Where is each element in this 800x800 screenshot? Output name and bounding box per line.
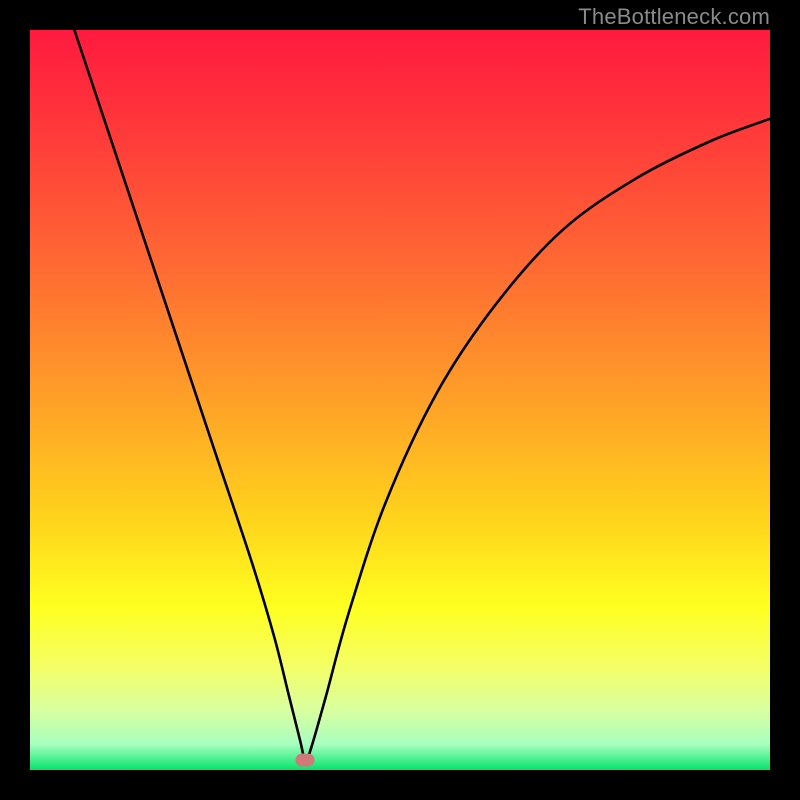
optimal-marker bbox=[296, 754, 315, 767]
chart-frame: TheBottleneck.com bbox=[0, 0, 800, 800]
watermark-label: TheBottleneck.com bbox=[578, 4, 770, 30]
plot-area bbox=[30, 30, 770, 770]
background-gradient bbox=[30, 30, 770, 770]
